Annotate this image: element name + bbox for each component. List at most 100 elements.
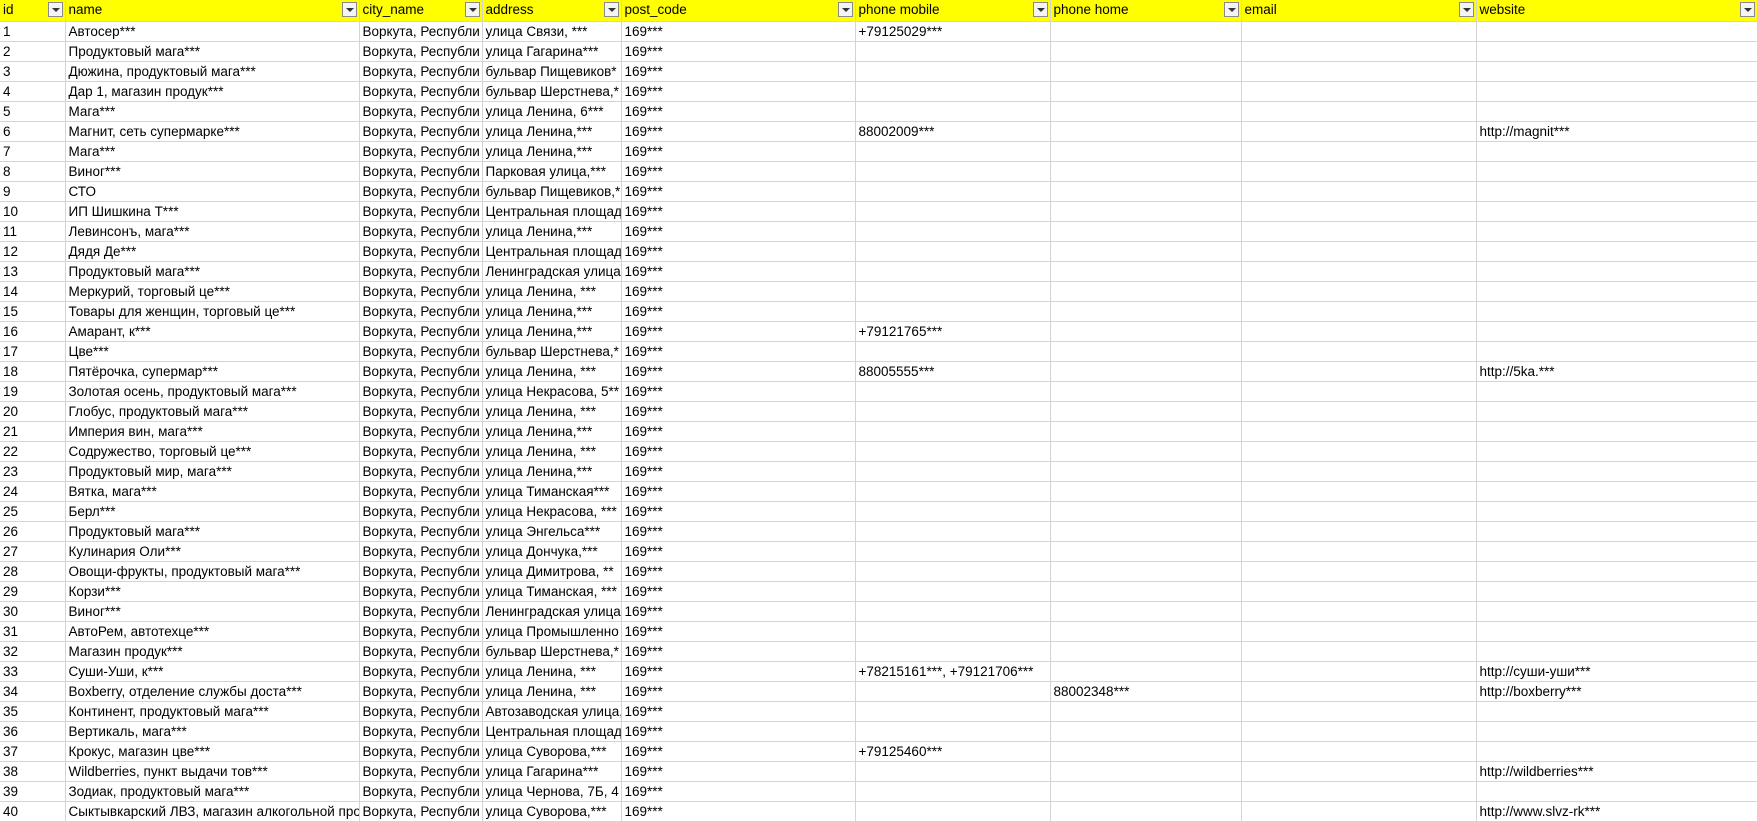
cell-phone-mobile[interactable] bbox=[855, 281, 1051, 302]
cell-name[interactable]: Дар 1, магазин продук*** bbox=[65, 81, 360, 102]
cell-phone-home[interactable] bbox=[1050, 781, 1242, 802]
cell-email[interactable] bbox=[1241, 241, 1477, 262]
cell-id[interactable]: 2 bbox=[0, 41, 66, 62]
cell-phone-home[interactable] bbox=[1050, 741, 1242, 762]
cell-post-code[interactable]: 169*** bbox=[621, 101, 856, 122]
cell-website[interactable] bbox=[1476, 521, 1757, 542]
cell-id[interactable]: 37 bbox=[0, 741, 66, 762]
cell-email[interactable] bbox=[1241, 701, 1477, 722]
cell-post-code[interactable]: 169*** bbox=[621, 501, 856, 522]
cell-id[interactable]: 33 bbox=[0, 661, 66, 682]
cell-name[interactable]: Продуктовый мир, мага*** bbox=[65, 461, 360, 482]
cell-email[interactable] bbox=[1241, 561, 1477, 582]
cell-address[interactable]: улица Ленина,*** bbox=[482, 221, 622, 242]
cell-phone-mobile[interactable] bbox=[855, 461, 1051, 482]
cell-website[interactable] bbox=[1476, 641, 1757, 662]
cell-phone-home[interactable] bbox=[1050, 121, 1242, 142]
cell-id[interactable]: 11 bbox=[0, 221, 66, 242]
cell-id[interactable]: 4 bbox=[0, 81, 66, 102]
cell-post-code[interactable]: 169*** bbox=[621, 61, 856, 82]
cell-city-name[interactable]: Воркута, Республи bbox=[359, 221, 483, 242]
cell-email[interactable] bbox=[1241, 361, 1477, 382]
cell-id[interactable]: 36 bbox=[0, 721, 66, 742]
cell-name[interactable]: Овощи-фрукты, продуктовый мага*** bbox=[65, 561, 360, 582]
cell-email[interactable] bbox=[1241, 301, 1477, 322]
cell-email[interactable] bbox=[1241, 501, 1477, 522]
cell-address[interactable]: улица Некрасова, *** bbox=[482, 501, 622, 522]
cell-email[interactable] bbox=[1241, 141, 1477, 162]
cell-email[interactable] bbox=[1241, 541, 1477, 562]
cell-city-name[interactable]: Воркута, Республи bbox=[359, 761, 483, 782]
cell-phone-mobile[interactable] bbox=[855, 601, 1051, 622]
filter-dropdown-icon[interactable] bbox=[1223, 2, 1239, 17]
cell-id[interactable]: 38 bbox=[0, 761, 66, 782]
cell-phone-mobile[interactable] bbox=[855, 681, 1051, 702]
cell-email[interactable] bbox=[1241, 741, 1477, 762]
cell-phone-home[interactable] bbox=[1050, 501, 1242, 522]
cell-website[interactable] bbox=[1476, 481, 1757, 502]
cell-phone-mobile[interactable]: +78215161***, +79121706*** bbox=[855, 661, 1051, 682]
cell-address[interactable]: Ленинградская улица bbox=[482, 601, 622, 622]
cell-website[interactable] bbox=[1476, 581, 1757, 602]
cell-city-name[interactable]: Воркута, Республи bbox=[359, 41, 483, 62]
cell-id[interactable]: 6 bbox=[0, 121, 66, 142]
cell-id[interactable]: 30 bbox=[0, 601, 66, 622]
cell-phone-home[interactable] bbox=[1050, 341, 1242, 362]
cell-post-code[interactable]: 169*** bbox=[621, 661, 856, 682]
cell-address[interactable]: улица Ленина,*** bbox=[482, 121, 622, 142]
cell-phone-mobile[interactable] bbox=[855, 441, 1051, 462]
cell-city-name[interactable]: Воркута, Республи bbox=[359, 361, 483, 382]
cell-name[interactable]: Мага*** bbox=[65, 101, 360, 122]
cell-website[interactable] bbox=[1476, 341, 1757, 362]
cell-name[interactable]: Цве*** bbox=[65, 341, 360, 362]
cell-email[interactable] bbox=[1241, 721, 1477, 742]
cell-city-name[interactable]: Воркута, Республи bbox=[359, 321, 483, 342]
cell-address[interactable]: улица Ленина,*** bbox=[482, 301, 622, 322]
column-header-website[interactable]: website bbox=[1476, 0, 1757, 22]
cell-website[interactable] bbox=[1476, 321, 1757, 342]
cell-phone-home[interactable] bbox=[1050, 241, 1242, 262]
cell-email[interactable] bbox=[1241, 41, 1477, 62]
cell-post-code[interactable]: 169*** bbox=[621, 41, 856, 62]
cell-id[interactable]: 18 bbox=[0, 361, 66, 382]
cell-name[interactable]: Продуктовый мага*** bbox=[65, 261, 360, 282]
cell-city-name[interactable]: Воркута, Республи bbox=[359, 181, 483, 202]
cell-post-code[interactable]: 169*** bbox=[621, 401, 856, 422]
cell-phone-mobile[interactable] bbox=[855, 801, 1051, 822]
cell-email[interactable] bbox=[1241, 61, 1477, 82]
cell-name[interactable]: Вятка, мага*** bbox=[65, 481, 360, 502]
cell-address[interactable]: улица Дончука,*** bbox=[482, 541, 622, 562]
cell-post-code[interactable]: 169*** bbox=[621, 741, 856, 762]
cell-address[interactable]: улица Чернова, 7Б, 4 bbox=[482, 781, 622, 802]
cell-post-code[interactable]: 169*** bbox=[621, 621, 856, 642]
cell-city-name[interactable]: Воркута, Республи bbox=[359, 801, 483, 822]
cell-city-name[interactable]: Воркута, Республи bbox=[359, 301, 483, 322]
cell-name[interactable]: Левинсонъ, мага*** bbox=[65, 221, 360, 242]
cell-city-name[interactable]: Воркута, Республи bbox=[359, 521, 483, 542]
cell-address[interactable]: Автозаводская улица, bbox=[482, 701, 622, 722]
cell-email[interactable] bbox=[1241, 281, 1477, 302]
cell-phone-mobile[interactable] bbox=[855, 61, 1051, 82]
cell-website[interactable] bbox=[1476, 221, 1757, 242]
cell-id[interactable]: 7 bbox=[0, 141, 66, 162]
cell-phone-mobile[interactable] bbox=[855, 101, 1051, 122]
cell-id[interactable]: 15 bbox=[0, 301, 66, 322]
cell-id[interactable]: 23 bbox=[0, 461, 66, 482]
cell-id[interactable]: 32 bbox=[0, 641, 66, 662]
cell-website[interactable] bbox=[1476, 781, 1757, 802]
cell-post-code[interactable]: 169*** bbox=[621, 601, 856, 622]
cell-phone-home[interactable] bbox=[1050, 401, 1242, 422]
cell-id[interactable]: 10 bbox=[0, 201, 66, 222]
cell-address[interactable]: улица Тиманская*** bbox=[482, 481, 622, 502]
cell-phone-mobile[interactable] bbox=[855, 181, 1051, 202]
cell-city-name[interactable]: Воркута, Республи bbox=[359, 481, 483, 502]
cell-address[interactable]: улица Суворова,*** bbox=[482, 741, 622, 762]
cell-id[interactable]: 8 bbox=[0, 161, 66, 182]
cell-name[interactable]: Крокус, магазин цве*** bbox=[65, 741, 360, 762]
cell-phone-home[interactable] bbox=[1050, 261, 1242, 282]
cell-name[interactable]: Берл*** bbox=[65, 501, 360, 522]
cell-address[interactable]: улица Суворова,*** bbox=[482, 801, 622, 822]
cell-id[interactable]: 31 bbox=[0, 621, 66, 642]
cell-email[interactable] bbox=[1241, 161, 1477, 182]
cell-city-name[interactable]: Воркута, Республи bbox=[359, 701, 483, 722]
